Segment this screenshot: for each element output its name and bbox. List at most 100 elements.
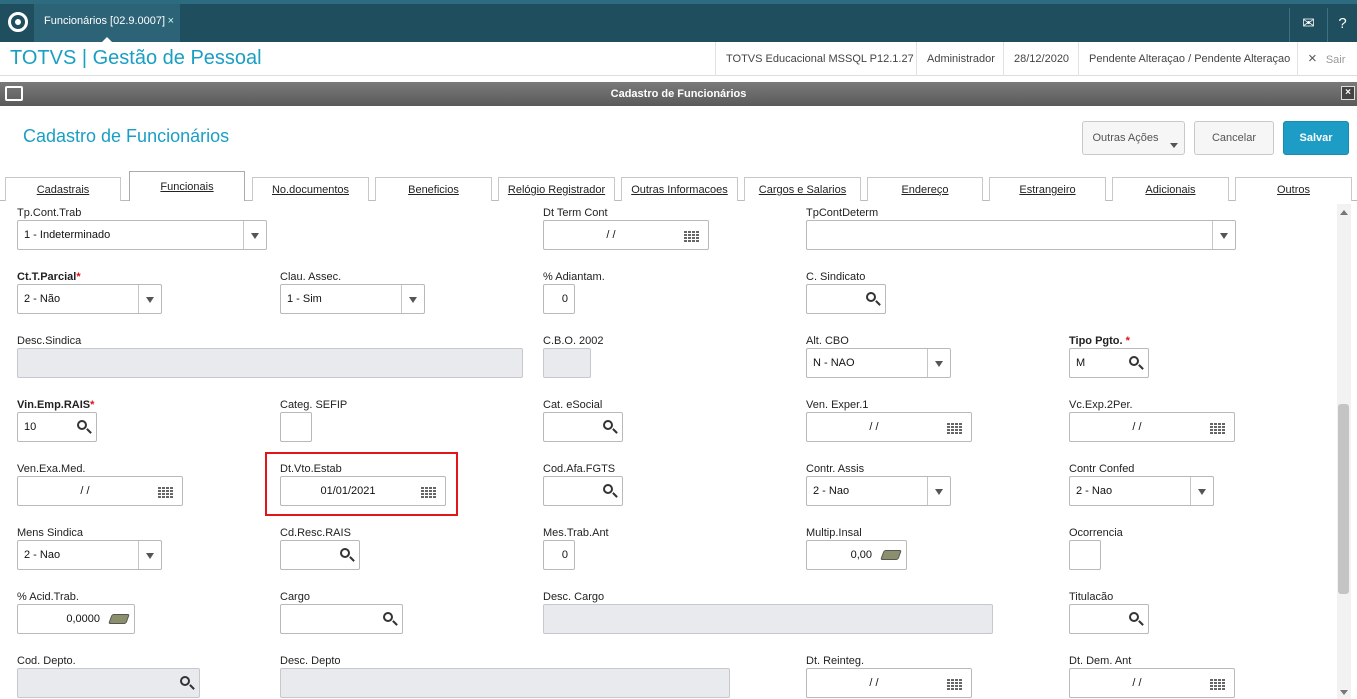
contr-assis-label: Contr. Assis bbox=[806, 463, 865, 475]
tab-outros[interactable]: Outros bbox=[1235, 177, 1352, 201]
tab-funcionais[interactable]: Funcionais bbox=[129, 171, 245, 201]
tp-cont-trab-select[interactable]: 1 - Indeterminado bbox=[17, 220, 267, 250]
clau-assec-select[interactable]: 1 - Sim bbox=[280, 284, 425, 314]
dt-reinteg-label: Dt. Reinteg. bbox=[806, 655, 865, 667]
totvs-logo-icon[interactable] bbox=[8, 12, 28, 32]
ven-exa-med-field[interactable]: / / bbox=[17, 476, 183, 506]
tab-estrangeiro[interactable]: Estrangeiro bbox=[989, 177, 1106, 201]
calendar-icon[interactable] bbox=[1210, 678, 1226, 690]
money-icon[interactable] bbox=[880, 550, 902, 560]
alt-cbo-select[interactable]: N - NAO bbox=[806, 348, 951, 378]
dt-reinteg-value: / / bbox=[869, 677, 879, 689]
search-icon[interactable] bbox=[340, 548, 350, 558]
money-icon[interactable] bbox=[108, 614, 130, 624]
ocorrencia-label: Ocorrencia bbox=[1069, 527, 1123, 539]
vc-exp-2per-field[interactable]: / / bbox=[1069, 412, 1235, 442]
exit-button[interactable]: × Sair bbox=[1297, 42, 1357, 76]
search-icon[interactable] bbox=[603, 420, 613, 430]
ven-exper1-field[interactable]: / / bbox=[806, 412, 972, 442]
mail-icon[interactable]: ✉ bbox=[1289, 8, 1327, 42]
close-tab-icon[interactable]: × bbox=[168, 4, 174, 38]
alt-cbo-label: Alt. CBO bbox=[806, 335, 849, 347]
calendar-icon[interactable] bbox=[158, 486, 174, 498]
contr-confed-select[interactable]: 2 - Nao bbox=[1069, 476, 1214, 506]
tab-outras-informacoes[interactable]: Outras Informacoes bbox=[621, 177, 738, 201]
tab-relogio-registrador[interactable]: Relógio Registrador bbox=[498, 177, 615, 201]
cd-resc-rais-label: Cd.Resc.RAIS bbox=[280, 527, 351, 539]
scroll-up-icon[interactable] bbox=[1340, 210, 1348, 215]
search-icon[interactable] bbox=[1129, 356, 1139, 366]
tab-no-documentos[interactable]: No.documentos bbox=[252, 177, 369, 201]
calendar-icon[interactable] bbox=[684, 230, 700, 242]
dt-term-cont-field[interactable]: / / bbox=[543, 220, 709, 250]
ocorrencia-field[interactable] bbox=[1069, 540, 1101, 570]
c-sindicato-field[interactable] bbox=[806, 284, 886, 314]
tp-cont-determ-select[interactable] bbox=[806, 220, 1236, 250]
cat-esocial-field[interactable] bbox=[543, 412, 623, 442]
search-icon[interactable] bbox=[603, 484, 613, 494]
cancel-button[interactable]: Cancelar bbox=[1194, 121, 1274, 155]
chevron-down-icon bbox=[935, 489, 943, 495]
calendar-icon[interactable] bbox=[947, 422, 963, 434]
tab-cargos-e-salarios[interactable]: Cargos e Salarios bbox=[744, 177, 861, 201]
tab-beneficios[interactable]: Beneficios bbox=[375, 177, 492, 201]
cod-depto-field[interactable] bbox=[17, 668, 200, 698]
cod-afa-fgts-field[interactable] bbox=[543, 476, 623, 506]
dt-dem-ant-field[interactable]: / / bbox=[1069, 668, 1235, 698]
tipo-pgto-field[interactable]: M bbox=[1069, 348, 1149, 378]
required-marker: * bbox=[1125, 335, 1130, 347]
dt-reinteg-field[interactable]: / / bbox=[806, 668, 972, 698]
other-actions-button[interactable]: Outras Ações bbox=[1082, 121, 1185, 155]
cargo-field[interactable] bbox=[280, 604, 403, 634]
search-icon[interactable] bbox=[180, 676, 190, 686]
app-tab-funcionarios[interactable]: Funcionários [02.9.0007] × bbox=[34, 4, 180, 44]
calendar-icon[interactable] bbox=[947, 678, 963, 690]
clau-assec-label: Clau. Assec. bbox=[280, 271, 342, 283]
desc-cargo-field bbox=[543, 604, 993, 634]
desc-depto-field bbox=[280, 668, 730, 698]
tab-adicionais[interactable]: Adicionais bbox=[1112, 177, 1229, 201]
search-icon[interactable] bbox=[866, 292, 876, 302]
chevron-down-icon bbox=[1220, 233, 1228, 239]
dt-term-cont-value: / / bbox=[606, 229, 616, 241]
contr-assis-select[interactable]: 2 - Nao bbox=[806, 476, 951, 506]
tp-cont-determ-label: TpContDeterm bbox=[806, 207, 879, 219]
search-icon[interactable] bbox=[1129, 612, 1139, 622]
help-icon[interactable]: ? bbox=[1327, 8, 1357, 42]
vin-emp-rais-field[interactable]: 10 bbox=[17, 412, 97, 442]
search-icon[interactable] bbox=[77, 420, 87, 430]
calendar-icon[interactable] bbox=[1210, 422, 1226, 434]
titulacao-field[interactable] bbox=[1069, 604, 1149, 634]
tab-endereco[interactable]: Endereço bbox=[867, 177, 983, 201]
vertical-scrollbar[interactable] bbox=[1337, 204, 1351, 699]
vc-exp-2per-label: Vc.Exp.2Per. bbox=[1069, 399, 1133, 411]
cd-resc-rais-field[interactable] bbox=[280, 540, 360, 570]
ct-t-parcial-select[interactable]: 2 - Não bbox=[17, 284, 162, 314]
brand-title: TOTVS | Gestão de Pessoal bbox=[10, 47, 262, 69]
mens-sindica-value: 2 - Nao bbox=[24, 549, 61, 561]
window-close-icon[interactable]: × bbox=[1341, 86, 1355, 100]
search-icon[interactable] bbox=[383, 612, 393, 622]
scrollbar-thumb[interactable] bbox=[1338, 404, 1349, 594]
save-button[interactable]: Salvar bbox=[1283, 121, 1349, 155]
required-marker: * bbox=[90, 399, 95, 411]
categ-sefip-field[interactable] bbox=[280, 412, 312, 442]
mes-trab-ant-label: Mes.Trab.Ant bbox=[543, 527, 609, 539]
desc-sindica-field bbox=[17, 348, 523, 378]
app-header: TOTVS | Gestão de Pessoal TOTVS Educacio… bbox=[0, 42, 1357, 76]
dt-term-cont-label: Dt Term Cont bbox=[543, 207, 608, 219]
mens-sindica-select[interactable]: 2 - Nao bbox=[17, 540, 162, 570]
scroll-down-icon[interactable] bbox=[1340, 690, 1348, 695]
required-marker: * bbox=[76, 271, 81, 283]
pct-adiantam-field[interactable]: 0 bbox=[543, 284, 575, 314]
window-title: Cadastro de Funcionários bbox=[610, 88, 747, 100]
mes-trab-ant-field[interactable]: 0 bbox=[543, 540, 575, 570]
pct-acid-trab-field[interactable]: 0,0000 bbox=[17, 604, 135, 634]
tp-cont-trab-label: Tp.Cont.Trab bbox=[17, 207, 82, 219]
vin-emp-rais-label-text: Vin.Emp.RAIS bbox=[17, 399, 91, 411]
tab-cadastrais[interactable]: Cadastrais bbox=[5, 177, 121, 201]
desc-sindica-label: Desc.Sindica bbox=[17, 335, 82, 347]
pct-adiantam-label: % Adiantam. bbox=[543, 271, 605, 283]
select-separator bbox=[401, 285, 402, 313]
multip-insal-field[interactable]: 0,00 bbox=[806, 540, 907, 570]
